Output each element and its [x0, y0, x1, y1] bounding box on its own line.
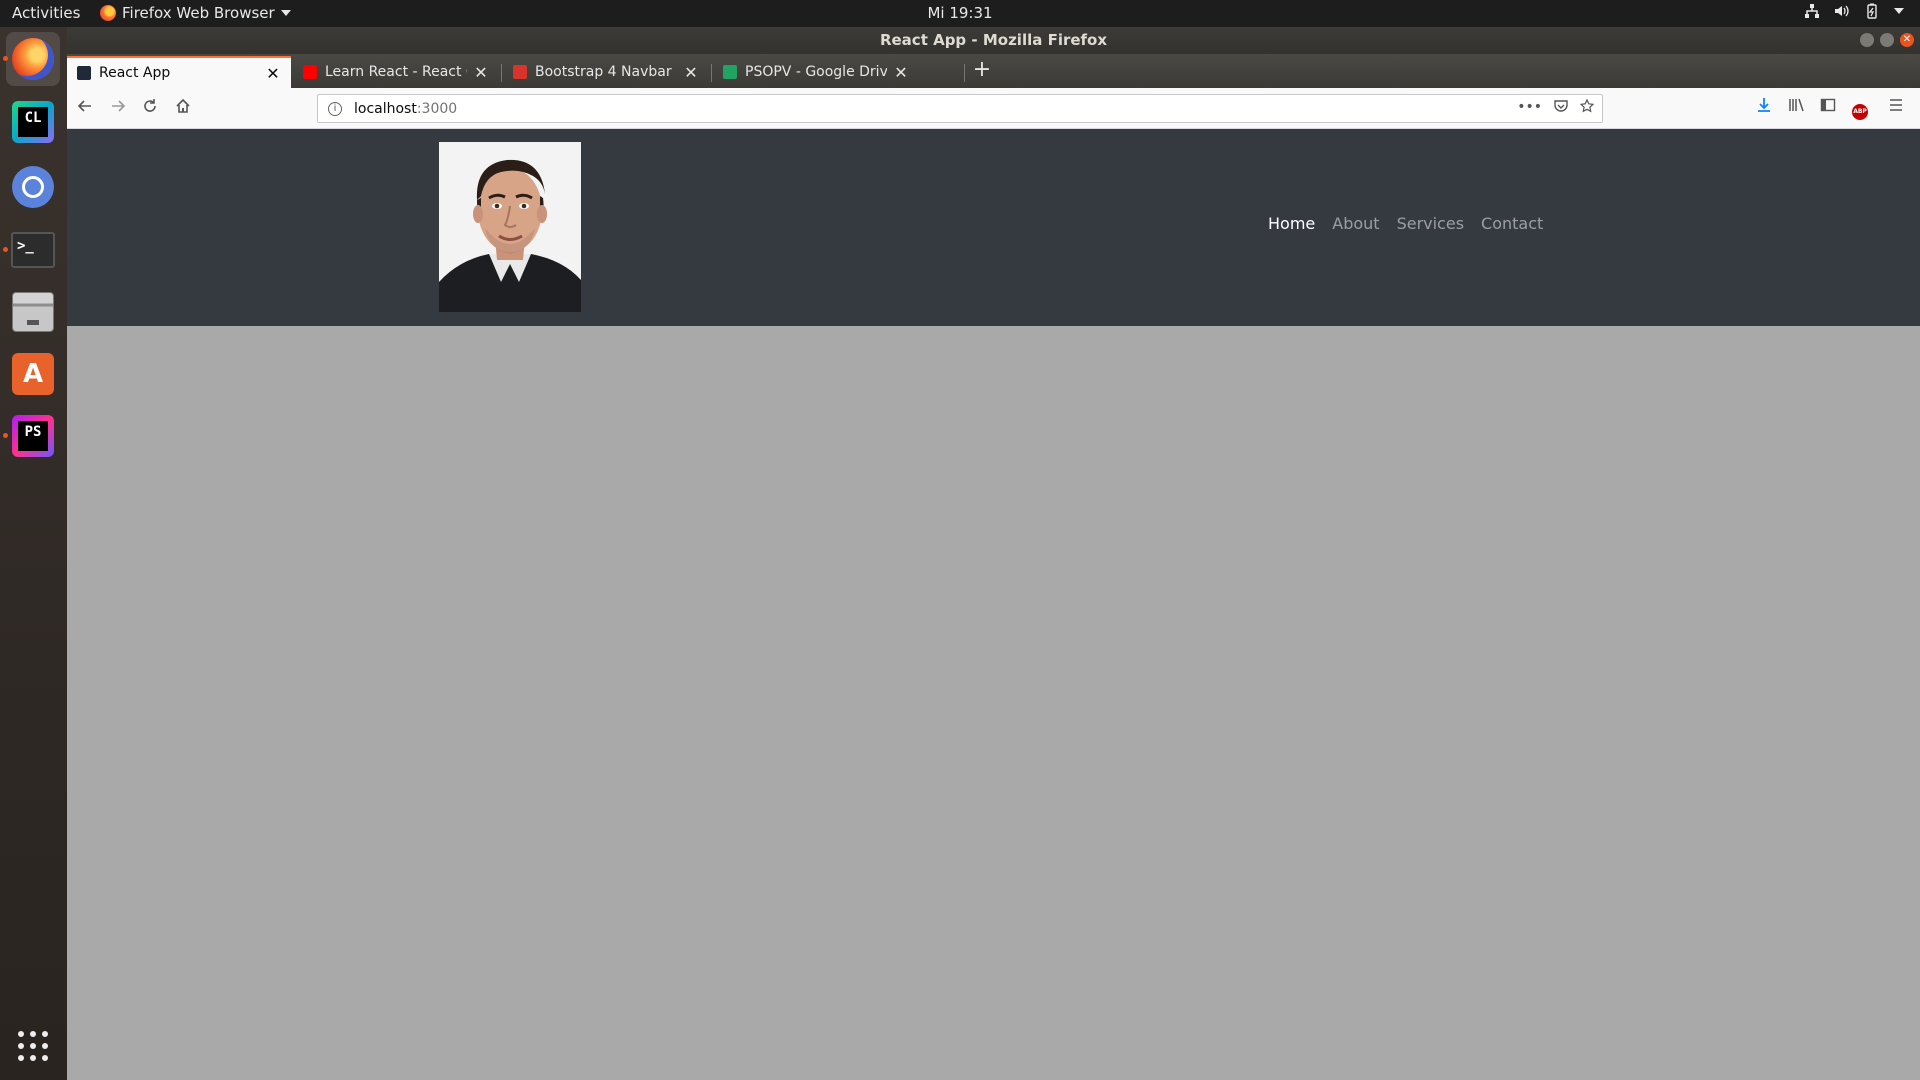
tab-title: Learn React - React Crash	[325, 64, 467, 80]
running-indicator	[3, 433, 8, 438]
dock-chromium[interactable]	[6, 160, 60, 214]
tab-learn-react[interactable]: Learn React - React Crash ✕	[293, 56, 499, 88]
dock: CL >_ A PS	[0, 27, 67, 1080]
tab-separator	[964, 64, 965, 82]
tab-title: Bootstrap 4 Navbar Exam	[535, 64, 677, 80]
dock-firefox[interactable]	[3, 32, 60, 86]
tab-react-app[interactable]: React App ✕	[67, 56, 291, 88]
address-bar[interactable]: i localhost:3000 •••	[317, 94, 1603, 123]
tab-separator	[711, 64, 712, 82]
window-title: React App - Mozilla Firefox	[879, 31, 1108, 49]
forward-arrow-icon	[112, 100, 126, 112]
url-host: localhost	[354, 100, 417, 117]
new-tab-button[interactable]: +	[967, 56, 997, 86]
downloads-button[interactable]	[1753, 97, 1775, 119]
firefox-icon	[100, 5, 116, 21]
close-tab-icon[interactable]: ✕	[683, 63, 699, 82]
close-tab-icon[interactable]: ✕	[893, 63, 909, 82]
back-button[interactable]	[72, 96, 98, 122]
nav-link-about[interactable]: About	[1332, 214, 1379, 233]
library-icon	[1789, 98, 1804, 112]
tab-separator	[501, 64, 502, 82]
system-tray[interactable]	[1804, 3, 1904, 19]
app-menu[interactable]: Firefox Web Browser	[100, 4, 291, 22]
home-icon	[176, 98, 190, 113]
app-menu-label: Firefox Web Browser	[122, 4, 275, 22]
tab-title: PSOPV - Google Drive	[745, 64, 887, 80]
window-controls: ✕	[1860, 33, 1914, 47]
tab-strip: React App ✕ Learn React - React Crash ✕ …	[67, 54, 1920, 88]
hamburger-menu-icon	[1890, 99, 1902, 111]
software-center-icon: A	[12, 353, 54, 395]
reload-button[interactable]	[137, 96, 163, 122]
site-info-icon[interactable]: i	[328, 101, 342, 116]
url-port: :3000	[416, 100, 458, 117]
gnome-top-bar: Activities Firefox Web Browser Mi 19:31	[0, 0, 1920, 27]
tab-title: React App	[99, 65, 171, 81]
bookmark-star-icon[interactable]	[1579, 98, 1595, 117]
adblock-plus-icon: ABP	[1852, 104, 1868, 120]
download-arrow-icon	[1758, 98, 1770, 112]
reload-icon	[144, 99, 156, 112]
adblock-plus-button[interactable]: ABP	[1849, 97, 1871, 120]
network-icon[interactable]	[1804, 3, 1820, 19]
battery-icon[interactable]	[1864, 3, 1880, 19]
open-menu-button[interactable]	[1885, 97, 1907, 119]
close-window-button[interactable]: ✕	[1900, 33, 1914, 47]
tab-google-drive[interactable]: PSOPV - Google Drive ✕	[713, 56, 919, 88]
home-button[interactable]	[170, 96, 196, 122]
profile-photo-image	[439, 142, 581, 312]
terminal-icon: >_	[11, 232, 55, 268]
web-page: Home About Services Contact	[67, 129, 1920, 1080]
activities-button[interactable]: Activities	[12, 4, 80, 22]
site-navbar: Home About Services Contact	[67, 129, 1920, 326]
react-favicon-icon	[77, 66, 91, 80]
maximize-button[interactable]	[1880, 33, 1894, 47]
forward-button[interactable]	[105, 96, 131, 122]
phpstorm-icon: PS	[12, 415, 54, 457]
close-tab-icon[interactable]: ✕	[265, 64, 281, 83]
close-tab-icon[interactable]: ✕	[473, 63, 489, 82]
dock-phpstorm[interactable]: PS	[3, 409, 60, 463]
system-menu-chevron-icon[interactable]	[1894, 8, 1904, 14]
window-titlebar[interactable]: React App - Mozilla Firefox ✕	[67, 27, 1920, 54]
pocket-icon[interactable]	[1554, 99, 1568, 117]
sidebar-icon	[1820, 98, 1836, 112]
site-nav-links: Home About Services Contact	[1268, 214, 1543, 233]
page-actions: •••	[1517, 98, 1595, 117]
firefox-window: React App - Mozilla Firefox ✕ React App …	[67, 27, 1920, 1080]
dock-software-center[interactable]: A	[6, 347, 60, 401]
profile-photo	[439, 142, 581, 312]
volume-icon[interactable]	[1834, 3, 1850, 19]
dock-terminal[interactable]: >_	[3, 223, 60, 277]
tab-bootstrap-navbar[interactable]: Bootstrap 4 Navbar Exam ✕	[503, 56, 709, 88]
clion-icon-text: CL	[18, 107, 48, 137]
show-apps-icon[interactable]	[18, 1031, 48, 1061]
google-drive-favicon-icon	[723, 65, 737, 79]
chevron-down-icon	[280, 10, 291, 16]
phpstorm-icon-text: PS	[18, 421, 48, 451]
youtube-favicon-icon	[303, 65, 317, 79]
running-indicator	[3, 56, 8, 61]
nav-link-contact[interactable]: Contact	[1481, 214, 1543, 233]
navigation-toolbar: i localhost:3000 ••• ABP	[67, 88, 1920, 129]
dock-files[interactable]	[6, 285, 60, 339]
firefox-icon	[12, 38, 54, 80]
page-actions-menu-icon[interactable]: •••	[1517, 99, 1542, 117]
back-arrow-icon	[77, 100, 91, 112]
sidebar-button[interactable]	[1817, 97, 1839, 119]
bootstrap-favicon-icon	[513, 65, 527, 79]
files-icon	[12, 292, 54, 332]
nav-link-services[interactable]: Services	[1397, 214, 1464, 233]
chromium-icon	[12, 166, 54, 208]
dock-clion[interactable]: CL	[6, 95, 60, 149]
minimize-button[interactable]	[1860, 33, 1874, 47]
nav-link-home[interactable]: Home	[1268, 214, 1315, 233]
library-button[interactable]	[1785, 97, 1807, 119]
clion-icon: CL	[12, 101, 54, 143]
running-indicator	[3, 247, 8, 252]
